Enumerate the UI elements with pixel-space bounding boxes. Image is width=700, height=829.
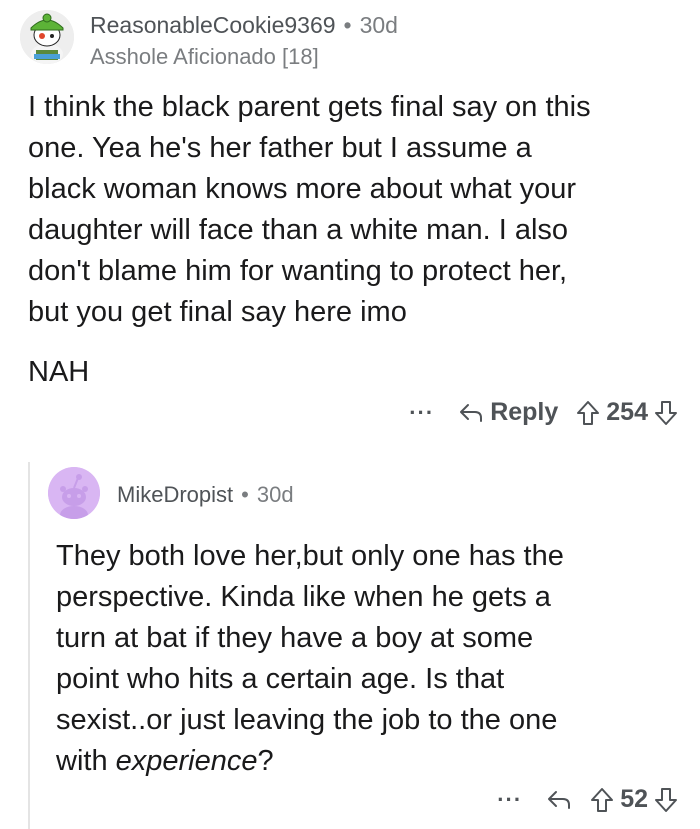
more-options-button[interactable]: ··· [497, 787, 522, 813]
comment-line: daughter will face than a white man. I a… [28, 214, 569, 246]
user-avatar[interactable] [20, 10, 74, 64]
upvote-icon[interactable] [590, 787, 614, 813]
more-options-button[interactable]: ··· [409, 400, 434, 426]
reply-icon [460, 403, 483, 422]
text-segment: with [56, 745, 116, 777]
comment-verdict: NAH [28, 356, 90, 388]
comment-actions: ··· 52 [497, 785, 678, 814]
text-segment: ? [257, 745, 274, 777]
comment-actions: ··· Reply 254 [409, 398, 678, 427]
reply-icon [548, 790, 571, 809]
downvote-icon[interactable] [654, 787, 678, 813]
comment-author-line: ReasonableCookie9369 • 30d [90, 12, 398, 39]
comment-body: They both love her,but only one has the … [56, 536, 686, 782]
user-avatar[interactable] [48, 467, 100, 519]
comment-line: I think the black parent gets final say … [28, 91, 591, 123]
comment-line: don't blame him for wanting to protect h… [28, 255, 568, 287]
vote-controls: 52 [590, 785, 678, 814]
separator-dot: • [241, 482, 249, 507]
vote-controls: 254 [576, 398, 678, 427]
comment-line: point who hits a certain age. Is that [56, 663, 505, 695]
comment-reply: MikeDropist • 30d They both love her,but o… [0, 450, 700, 829]
comment-age: 30d [256, 482, 294, 507]
emphasized-text: experience [115, 745, 258, 777]
username[interactable]: MikeDropist [117, 482, 233, 507]
comment-line: but you get final say here imo [28, 296, 407, 328]
vote-score: 52 [620, 785, 648, 813]
comment-author-line: MikeDropist • 30d [117, 482, 294, 508]
reply-button[interactable]: Reply [458, 398, 558, 427]
vote-score: 254 [606, 398, 648, 426]
username[interactable]: ReasonableCookie9369 [90, 12, 336, 38]
reply-button[interactable] [546, 789, 572, 811]
comment-body: I think the black parent gets final say … [28, 87, 688, 333]
comment-line: black woman knows more about what your [28, 173, 577, 205]
default-snoo-avatar-icon [48, 467, 100, 519]
comment-age: 30d [359, 12, 398, 38]
reply-label: Reply [490, 398, 559, 426]
separator-dot: • [343, 12, 352, 38]
comment-line: They both love her,but only one has the [56, 540, 564, 572]
downvote-icon[interactable] [654, 400, 678, 426]
comment-line: one. Yea he's her father but I assume a [28, 132, 532, 164]
comment-line: turn at bat if they have a boy at some [56, 622, 534, 654]
comment-top: ReasonableCookie9369 • 30d Asshole Aficion… [0, 0, 700, 450]
comment-line: sexist..or just leaving the job to the o… [56, 704, 558, 736]
snoo-avatar-icon [20, 10, 74, 64]
comment-line: perspective. Kinda like when he gets a [56, 581, 551, 613]
user-flair: Asshole Aficionado [18] [90, 44, 319, 69]
upvote-icon[interactable] [576, 400, 600, 426]
comment-line-last: with experience? [56, 741, 686, 782]
